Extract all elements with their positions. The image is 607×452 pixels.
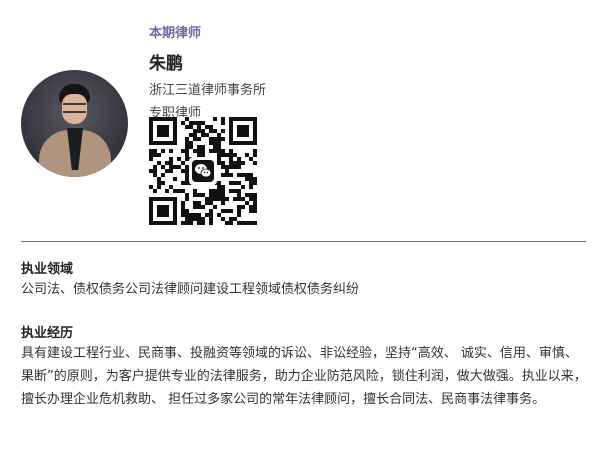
qr-code-icon[interactable] — [149, 117, 257, 225]
section-divider — [21, 241, 586, 242]
experience-text: 具有建设工程行业、民商事、投融资等领域的诉讼、非讼经验，坚持“高效、 诚实、信用… — [21, 346, 587, 407]
lawyer-info: 本期律师 朱鹏 浙江三道律师事务所 专职律师 — [149, 22, 266, 121]
avatar-glasses — [63, 103, 86, 113]
experience-title: 执业经历 — [21, 326, 74, 341]
lawyer-name: 朱鹏 — [149, 54, 183, 74]
lawyer-avatar — [21, 70, 128, 177]
practice-area-text: 公司法、债权债务公司法律顾问建设工程领域债权债务纠纷 — [21, 282, 360, 297]
law-firm: 浙江三道律师事务所 — [149, 83, 267, 98]
wechat-icon — [189, 157, 217, 185]
practice-area-title: 执业领域 — [21, 262, 74, 277]
section-kicker: 本期律师 — [149, 26, 202, 41]
